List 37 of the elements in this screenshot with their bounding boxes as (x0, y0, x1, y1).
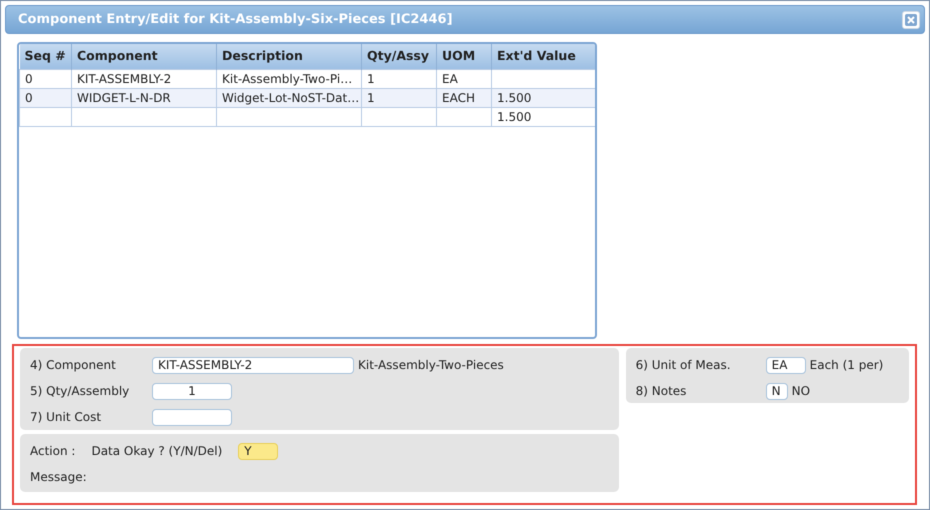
input-field[interactable]: N (766, 382, 788, 400)
field-description: Each (1 per) (810, 357, 884, 374)
column-header[interactable]: Ext'd Value (492, 44, 595, 70)
input-field[interactable]: KIT-ASSEMBLY-2 (152, 356, 354, 374)
table-cell: 0 (20, 88, 72, 108)
table-cell: 1 (362, 69, 436, 88)
table-cell: 1.500 (492, 88, 595, 108)
field-label: 4) Component (30, 357, 117, 374)
field-label: 7) Unit Cost (30, 409, 102, 426)
window-title: Component Entry/Edit for Kit-Assembly-Six-Pieces [IC2446] (18, 10, 453, 29)
table-cell: EA (436, 69, 492, 88)
field-label: 8) Notes (636, 383, 688, 400)
table-cell: Kit-Assembly-Two-Pi… (216, 69, 362, 88)
column-header[interactable]: Qty/Assy (362, 44, 436, 70)
field-description: Kit-Assembly-Two-Pieces (358, 357, 504, 374)
close-icon (905, 14, 917, 26)
column-header[interactable]: Component (72, 44, 216, 70)
table-cell: Widget-Lot-NoST-Dat… (216, 88, 362, 108)
table-cell: KIT-ASSEMBLY-2 (72, 69, 216, 88)
input-field[interactable]: 1 (152, 382, 232, 400)
close-button[interactable] (902, 10, 920, 28)
column-header[interactable]: Description (216, 44, 362, 70)
table-cell: 1 (362, 88, 436, 108)
answer-field[interactable]: Y (238, 442, 278, 460)
input-field[interactable]: EA (766, 356, 806, 374)
table-cell: 0 (20, 69, 72, 88)
input-field[interactable] (152, 408, 232, 426)
field-label: 5) Qty/Assembly (30, 383, 130, 400)
column-header[interactable]: UOM (436, 44, 492, 70)
prompt-label: Data Okay ? (Y/N/Del) (91, 443, 222, 460)
field-description: NO (792, 383, 810, 400)
action-label: Action : (30, 443, 76, 460)
column-header[interactable]: Seq # (20, 44, 72, 70)
table-cell: WIDGET-L-N-DR (72, 88, 216, 108)
message-label: Message: (30, 469, 87, 486)
field-label: 6) Unit of Meas. (636, 357, 732, 374)
table-cell: EACH (436, 88, 492, 108)
